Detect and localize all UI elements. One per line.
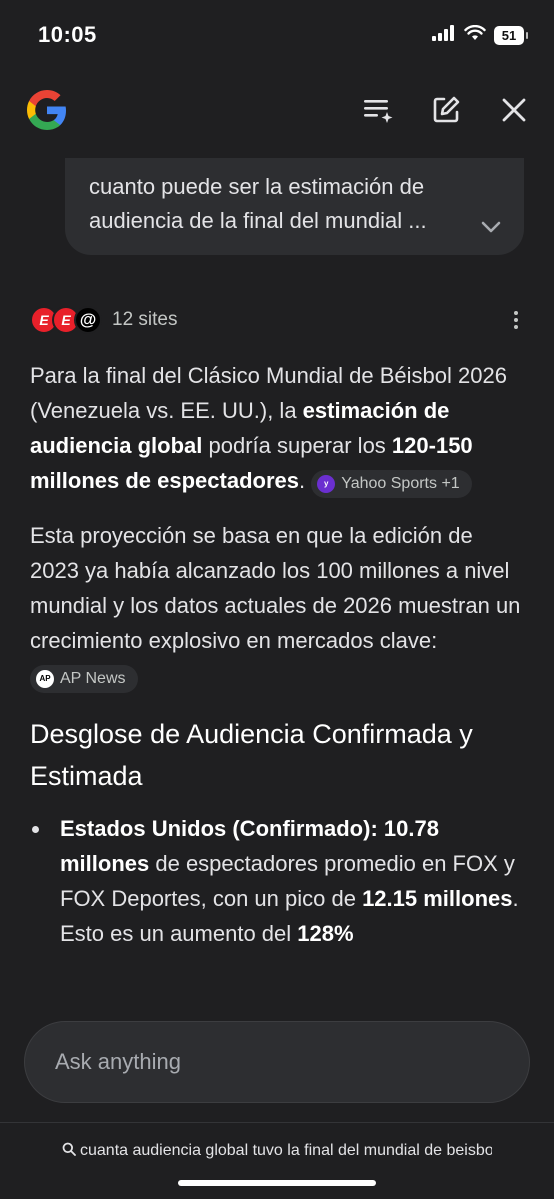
user-query-bubble[interactable]: cuanto puede ser la estimación de audien… <box>65 158 524 255</box>
answer-text: podría superar los <box>202 433 392 458</box>
search-suggestion[interactable]: cuanta audiencia global tuvo la final de… <box>62 1137 502 1165</box>
ap-news-icon: AP <box>36 670 54 688</box>
status-bar: 10:05 51 <box>0 0 554 70</box>
chevron-down-icon[interactable] <box>480 210 502 244</box>
status-time: 10:05 <box>38 22 97 47</box>
answer-paragraph: Esta proyección se basa en que la edició… <box>30 518 526 693</box>
suggestion-text: cuanta audiencia global tuvo la final de… <box>80 1142 492 1159</box>
answer-bold-text: 128% <box>297 921 354 946</box>
google-logo-icon <box>22 85 72 135</box>
history-list-icon[interactable] <box>360 92 396 128</box>
top-app-bar <box>0 80 554 140</box>
source-chip-yahoo-sports[interactable]: y Yahoo Sports +1 <box>311 470 472 498</box>
wifi-icon <box>464 24 486 46</box>
sources-row[interactable]: E E @ 12 sites <box>30 300 526 340</box>
close-icon[interactable] <box>496 92 532 128</box>
source-chip-label: AP News <box>60 670 126 687</box>
top-actions <box>360 92 532 128</box>
divider <box>0 1122 554 1123</box>
answer-body: Para la final del Clásico Mundial de Béi… <box>30 358 526 951</box>
answer-text: . <box>299 468 312 493</box>
status-icons: 51 <box>432 24 528 46</box>
search-icon <box>62 1142 76 1161</box>
source-chip-label: Yahoo Sports +1 <box>341 475 460 492</box>
new-chat-edit-icon[interactable] <box>428 92 464 128</box>
yahoo-sports-icon: y <box>317 475 336 493</box>
section-heading: Desglose de Audiencia Confirmada y Estim… <box>30 719 473 791</box>
battery-indicator: 51 <box>494 25 528 45</box>
bullet-list: Estados Unidos (Confirmado): 10.78 millo… <box>30 811 526 951</box>
ask-input-container[interactable] <box>24 1021 530 1103</box>
threads-icon: @ <box>74 306 102 334</box>
answer-text: Esta proyección se basa en que la edició… <box>30 523 521 653</box>
answer-bold-text: 12.15 millones <box>362 886 513 911</box>
source-chip-ap-news[interactable]: AP AP News <box>30 665 138 693</box>
cellular-signal-icon <box>432 24 456 46</box>
sources-count: 12 sites <box>112 309 178 330</box>
home-indicator[interactable] <box>178 1180 376 1186</box>
user-query-text: cuanto puede ser la estimación de audien… <box>89 174 427 233</box>
ask-input[interactable] <box>55 1049 499 1075</box>
list-item: Estados Unidos (Confirmado): 10.78 millo… <box>30 811 526 951</box>
answer-paragraph: Para la final del Clásico Mundial de Béi… <box>30 358 526 498</box>
more-options-icon[interactable] <box>506 305 526 335</box>
